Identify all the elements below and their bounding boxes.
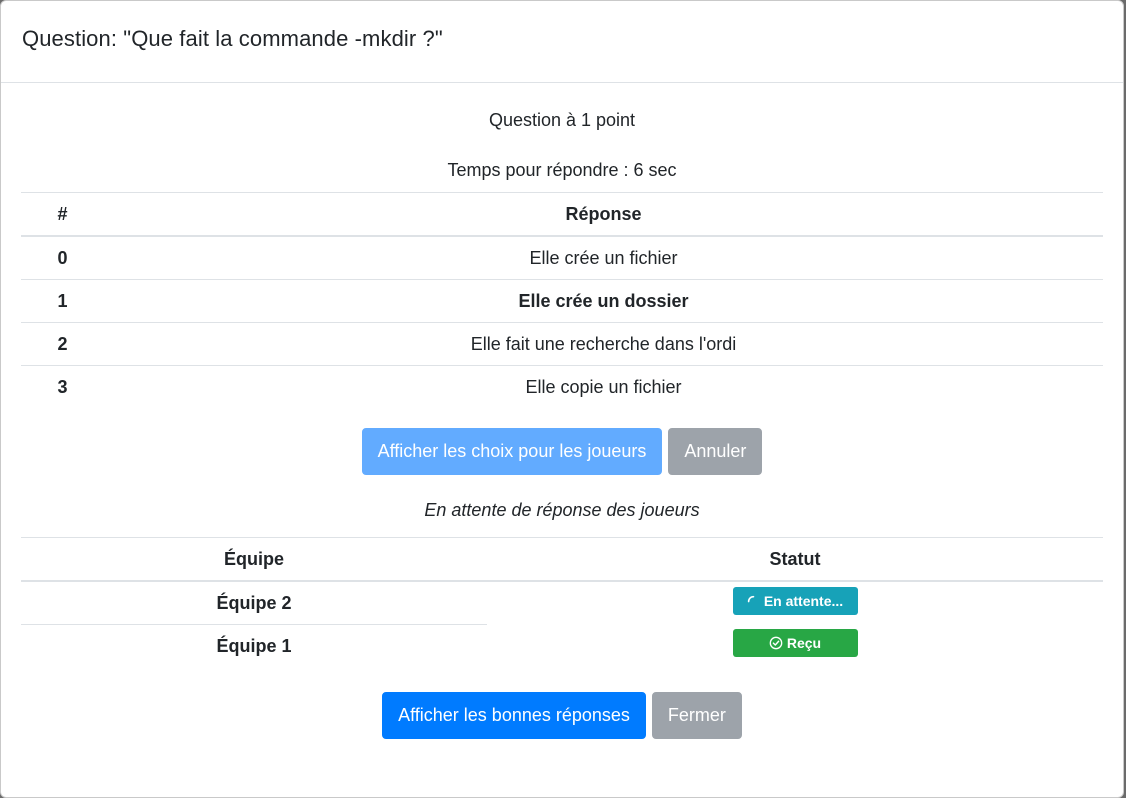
waiting-message: En attente de réponse des joueurs	[424, 500, 700, 520]
footer-button-group: Afficher les bonnes réponses Fermer	[21, 692, 1103, 739]
choices-button-group: Afficher les choix pour les joueurs Annu…	[21, 428, 1103, 475]
answers-table-header: # Réponse	[21, 192, 1103, 237]
column-header-status: Statut	[487, 537, 1103, 582]
answer-text-correct: Elle crée un dossier	[104, 279, 1103, 323]
team-name: Équipe 2	[21, 581, 487, 625]
column-header-team: Équipe	[21, 537, 487, 582]
answer-number: 2	[21, 322, 104, 366]
teams-table-header: Équipe Statut	[21, 537, 1103, 582]
question-modal: Question: "Que fait la commande -mkdir ?…	[0, 0, 1124, 798]
column-header-answer: Réponse	[104, 192, 1103, 237]
modal-body: Question à 1 point Temps pour répondre :…	[1, 83, 1123, 739]
table-row: Équipe 2 En attente...	[21, 581, 1103, 625]
answer-number: 1	[21, 279, 104, 323]
question-time: Temps pour répondre : 6 sec	[447, 160, 677, 180]
answer-text: Elle copie un fichier	[104, 365, 1103, 408]
table-row: 2 Elle fait une recherche dans l'ordi	[21, 322, 1103, 366]
table-row: 1 Elle crée un dossier	[21, 279, 1103, 323]
status-badge-pending: En attente...	[732, 587, 858, 615]
status-badge-label: En attente...	[763, 593, 844, 609]
table-row: Équipe 1 Reçu	[21, 625, 1103, 668]
answers-table: # Réponse 0 Elle crée un fichier 1 Elle …	[21, 192, 1103, 408]
team-name: Équipe 1	[216, 635, 292, 656]
answer-text: Elle fait une recherche dans l'ordi	[104, 322, 1103, 366]
status-badge-received: Reçu	[732, 629, 858, 658]
answer-number: 3	[21, 365, 104, 408]
show-choices-button[interactable]: Afficher les choix pour les joueurs	[361, 428, 663, 475]
cancel-button[interactable]: Annuler	[668, 428, 763, 475]
team-status-cell: Reçu	[487, 625, 1103, 668]
close-button[interactable]: Fermer	[651, 692, 742, 739]
answer-number: 0	[21, 235, 104, 280]
spinner-icon	[747, 595, 760, 608]
table-row: 0 Elle crée un fichier	[21, 235, 1103, 280]
check-circle-icon	[769, 636, 783, 650]
question-points: Question à 1 point	[488, 110, 636, 130]
team-status-cell: En attente...	[487, 581, 1103, 625]
column-header-number: #	[21, 192, 104, 237]
status-badge-label: Reçu	[786, 635, 822, 652]
modal-title: Question: "Que fait la commande -mkdir ?…	[22, 25, 443, 51]
teams-table: Équipe Statut Équipe 2 En attente... Équ…	[21, 537, 1103, 667]
answer-text: Elle crée un fichier	[104, 235, 1103, 280]
modal-header: Question: "Que fait la commande -mkdir ?…	[1, 1, 1123, 83]
show-answers-button[interactable]: Afficher les bonnes réponses	[382, 692, 646, 739]
table-row: 3 Elle copie un fichier	[21, 365, 1103, 408]
